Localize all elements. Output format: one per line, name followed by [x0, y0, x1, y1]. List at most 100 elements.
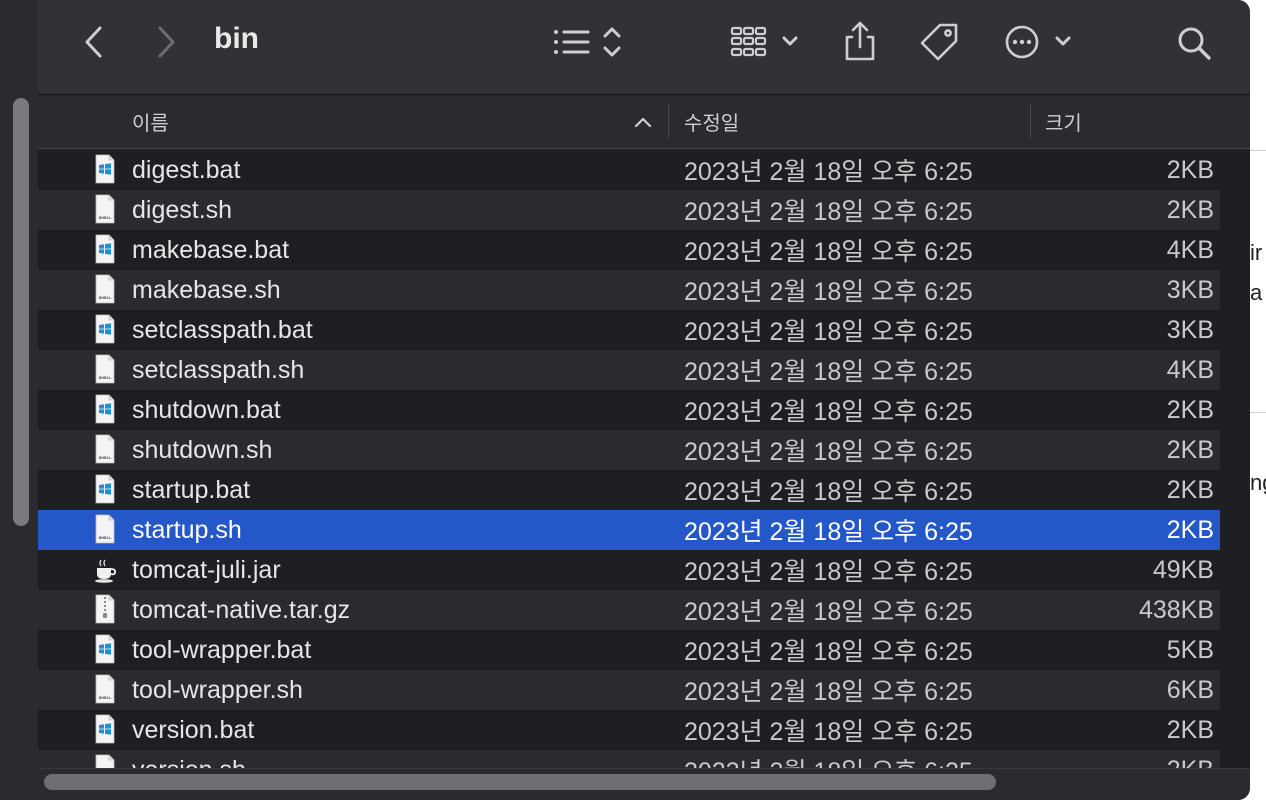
bat-file-icon [95, 634, 115, 664]
file-modified-date: 2023년 2월 18일 오후 6:25 [684, 198, 973, 226]
file-size: 2KB [1166, 395, 1214, 424]
column-name-label: 이름 [132, 113, 169, 135]
file-name: tool-wrapper.bat [132, 635, 312, 664]
column-size-header[interactable]: 크기 [1045, 95, 1082, 148]
file-name: shutdown.sh [132, 435, 273, 464]
file-name: tomcat-native.tar.gz [132, 595, 351, 624]
file-size: 2KB [1166, 515, 1214, 544]
file-modified-date: 2023년 2월 18일 오후 6:25 [684, 398, 973, 426]
column-modified-label: 수정일 [684, 113, 740, 135]
sh-file-icon: SHELL [95, 194, 115, 224]
file-row[interactable]: makebase.bat 2023년 2월 18일 오후 6:25 4KB [38, 230, 1220, 270]
tag-icon [920, 23, 958, 61]
file-row[interactable]: version.bat 2023년 2월 18일 오후 6:25 2KB [38, 710, 1220, 750]
file-size: 2KB [1166, 435, 1214, 464]
background-text: ng [1250, 470, 1266, 495]
back-button[interactable] [76, 22, 112, 62]
file-modified-date: 2023년 2월 18일 오후 6:25 [684, 318, 973, 346]
sh-file-icon: SHELL [95, 354, 115, 384]
file-name: digest.bat [132, 155, 241, 184]
sh-file-icon: SHELL [95, 274, 115, 304]
jar-file-icon [95, 559, 116, 583]
file-size: 4KB [1166, 355, 1214, 384]
more-actions-button[interactable] [1002, 22, 1076, 62]
file-size: 3KB [1166, 275, 1214, 304]
file-row[interactable]: startup.bat 2023년 2월 18일 오후 6:25 2KB [38, 470, 1220, 510]
file-modified-date: 2023년 2월 18일 오후 6:25 [684, 358, 973, 386]
file-name: makebase.bat [132, 235, 290, 264]
background-divider [1248, 150, 1266, 151]
sidebar-edge [0, 0, 38, 800]
file-row[interactable]: setclasspath.bat 2023년 2월 18일 오후 6:25 3KB [38, 310, 1220, 350]
view-options-button[interactable] [550, 24, 630, 60]
gz-file-icon [95, 594, 115, 624]
sidebar-scrollbar[interactable] [13, 98, 29, 526]
file-size: 4KB [1166, 235, 1214, 264]
search-icon [1178, 27, 1211, 60]
file-row[interactable]: digest.bat 2023년 2월 18일 오후 6:25 2KB [38, 150, 1220, 190]
column-divider[interactable] [668, 103, 669, 139]
sort-ascending-icon[interactable] [634, 95, 652, 148]
file-modified-date: 2023년 2월 18일 오후 6:25 [684, 478, 973, 506]
file-name: tool-wrapper.sh [132, 675, 303, 704]
file-name: version.bat [132, 715, 255, 744]
search-button[interactable] [1172, 22, 1216, 64]
file-row[interactable]: tomcat-native.tar.gz 2023년 2월 18일 오후 6:25… [38, 590, 1220, 630]
file-modified-date: 2023년 2월 18일 오후 6:25 [684, 718, 973, 746]
background-text: ir [1250, 240, 1263, 265]
file-name: startup.sh [132, 515, 242, 544]
share-icon [845, 21, 875, 61]
file-size: 5KB [1166, 635, 1214, 664]
chevron-left-icon [85, 26, 102, 58]
file-modified-date: 2023년 2월 18일 오후 6:25 [684, 238, 973, 266]
file-modified-date: 2023년 2월 18일 오후 6:25 [684, 598, 973, 626]
file-size: 49KB [1152, 555, 1214, 584]
ellipsis-circle-icon [1005, 25, 1071, 59]
bat-file-icon [95, 394, 115, 424]
horizontal-scroll-track [38, 768, 1250, 800]
file-row[interactable]: SHELL digest.sh 2023년 2월 18일 오후 6:25 2KB [38, 190, 1220, 230]
file-size: 3KB [1166, 315, 1214, 344]
svg-text:SHELL: SHELL [98, 295, 112, 300]
share-button[interactable] [838, 18, 882, 64]
file-name: shutdown.bat [132, 395, 281, 424]
file-row[interactable]: tool-wrapper.bat 2023년 2월 18일 오후 6:25 5KB [38, 630, 1220, 670]
file-modified-date: 2023년 2월 18일 오후 6:25 [684, 158, 973, 186]
column-name-header[interactable]: 이름 [132, 95, 169, 148]
forward-button[interactable] [148, 22, 184, 62]
svg-text:SHELL: SHELL [98, 535, 112, 540]
tag-button[interactable] [916, 20, 962, 64]
chevron-right-icon [158, 26, 175, 58]
svg-text:SHELL: SHELL [98, 695, 112, 700]
file-row[interactable]: SHELL makebase.sh 2023년 2월 18일 오후 6:25 3KB [38, 270, 1220, 310]
finder-window: bin 이름 수정일 크기 digest.bat 2023년 2월 18일 오후… [38, 0, 1250, 800]
grid-group-icon [730, 26, 798, 57]
file-row[interactable]: SHELL shutdown.sh 2023년 2월 18일 오후 6:25 2KB [38, 430, 1220, 470]
column-divider[interactable] [1030, 103, 1031, 139]
horizontal-scrollbar[interactable] [44, 774, 996, 790]
svg-text:SHELL: SHELL [98, 455, 112, 460]
group-button[interactable] [728, 22, 808, 62]
file-row[interactable]: shutdown.bat 2023년 2월 18일 오후 6:25 2KB [38, 390, 1220, 430]
column-header: 이름 수정일 크기 [38, 95, 1250, 149]
file-modified-date: 2023년 2월 18일 오후 6:25 [684, 678, 973, 706]
file-name: makebase.sh [132, 275, 281, 304]
file-modified-date: 2023년 2월 18일 오후 6:25 [684, 438, 973, 466]
file-row[interactable]: SHELL startup.sh 2023년 2월 18일 오후 6:25 2KB [38, 510, 1220, 550]
bat-file-icon [95, 234, 115, 264]
file-row[interactable]: SHELLversion.sh2023년 2월 18일 오후 6:252KB [38, 750, 1220, 770]
file-name: startup.bat [132, 475, 251, 504]
sh-file-icon: SHELL [95, 434, 115, 464]
file-size: 2KB [1166, 715, 1214, 744]
bat-file-icon [95, 314, 115, 344]
column-modified-header[interactable]: 수정일 [684, 95, 739, 148]
svg-text:SHELL: SHELL [98, 215, 112, 220]
file-row[interactable]: tomcat-juli.jar 2023년 2월 18일 오후 6:25 49KB [38, 550, 1220, 590]
chevron-up-icon [634, 117, 652, 127]
file-row[interactable]: SHELL tool-wrapper.sh 2023년 2월 18일 오후 6:25… [38, 670, 1220, 710]
bat-file-icon [95, 474, 115, 504]
file-size: 6KB [1166, 675, 1214, 704]
column-size-label: 크기 [1045, 113, 1082, 135]
file-modified-date: 2023년 2월 18일 오후 6:25 [684, 638, 973, 666]
file-row[interactable]: SHELL setclasspath.sh 2023년 2월 18일 오후 6:25… [38, 350, 1220, 390]
